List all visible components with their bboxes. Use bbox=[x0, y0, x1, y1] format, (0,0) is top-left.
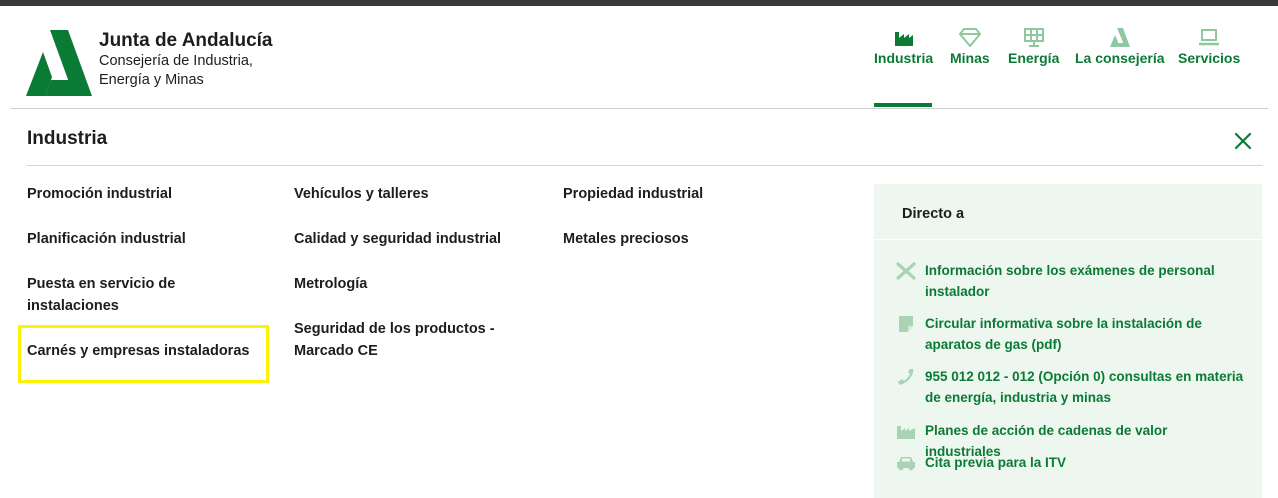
direct-links-header: Directo a bbox=[874, 184, 1262, 240]
menu-link-seguridad-productos[interactable]: Seguridad de los productos - Marcado CE bbox=[294, 318, 495, 362]
header-divider bbox=[10, 108, 1268, 109]
nav-energia[interactable]: Energía bbox=[1008, 26, 1059, 66]
nav-la-consejeria[interactable]: La consejería bbox=[1075, 26, 1165, 66]
menu-link-calidad-seguridad[interactable]: Calidad y seguridad industrial bbox=[294, 228, 501, 250]
direct-link-line: aparatos de gas (pdf) bbox=[925, 337, 1062, 352]
nav-label: Servicios bbox=[1178, 50, 1241, 66]
nav-label: Industria bbox=[874, 50, 934, 66]
section-title: Industria bbox=[27, 128, 108, 149]
site-header: Junta de Andalucía Consejería de Industr… bbox=[0, 6, 1278, 108]
menu-link-line: Puesta en servicio de bbox=[27, 276, 176, 292]
solar-panel-icon bbox=[1023, 28, 1044, 47]
document-icon bbox=[899, 316, 913, 332]
nav-label: La consejería bbox=[1075, 50, 1165, 66]
brand-subtitle-line1: Consejería de Industria, bbox=[99, 53, 253, 69]
direct-link-line: Información sobre los exámenes de person… bbox=[925, 263, 1215, 278]
menu-link-line: Seguridad de los productos - bbox=[294, 321, 495, 337]
menu-link-propiedad-industrial[interactable]: Propiedad industrial bbox=[563, 183, 703, 205]
section-divider bbox=[27, 165, 1263, 166]
direct-link-cita-itv[interactable]: Cita previa para la ITV bbox=[896, 452, 1246, 473]
menu-link-metales-preciosos[interactable]: Metales preciosos bbox=[563, 228, 689, 250]
direct-link-line: Cita previa para la ITV bbox=[925, 455, 1067, 470]
nav-industria[interactable]: Industria bbox=[874, 26, 933, 66]
menu-link-metrologia[interactable]: Metrología bbox=[294, 273, 367, 295]
menu-link-vehiculos-talleres[interactable]: Vehículos y talleres bbox=[294, 183, 429, 205]
phone-icon bbox=[898, 369, 914, 385]
direct-links-panel: Directo a Información sobre los exámenes… bbox=[874, 184, 1262, 498]
brand-text[interactable]: Junta de Andalucía Consejería de Industr… bbox=[99, 30, 273, 90]
car-icon bbox=[897, 457, 915, 471]
junta-andalucia-logo[interactable] bbox=[26, 30, 92, 96]
nav-active-indicator bbox=[874, 103, 932, 107]
direct-links-title: Directo a bbox=[902, 206, 965, 222]
direct-link-examenes[interactable]: Información sobre los exámenes de person… bbox=[896, 260, 1246, 302]
direct-link-line: instalador bbox=[925, 284, 990, 299]
nav-servicios[interactable]: Servicios bbox=[1178, 26, 1240, 66]
menu-link-carnes-empresas-instaladoras[interactable]: Carnés y empresas instaladoras bbox=[27, 340, 249, 362]
laptop-icon bbox=[1199, 29, 1220, 46]
nav-label: Minas bbox=[950, 50, 990, 66]
menu-link-line: instalaciones bbox=[27, 298, 119, 314]
menu-link-planificacion-industrial[interactable]: Planificación industrial bbox=[27, 228, 186, 250]
brand-subtitle-line2: Energía y Minas bbox=[99, 72, 204, 88]
factory-icon bbox=[894, 32, 913, 46]
direct-link-circular-gas[interactable]: Circular informativa sobre la instalació… bbox=[896, 313, 1246, 355]
direct-link-line: de energía, industria y minas bbox=[925, 390, 1112, 405]
close-icon[interactable] bbox=[1232, 130, 1254, 152]
menu-link-line: Marcado CE bbox=[294, 343, 378, 359]
brand-title: Junta de Andalucía bbox=[99, 30, 273, 51]
tools-icon bbox=[896, 262, 916, 280]
direct-link-line: Circular informativa sobre la instalació… bbox=[925, 316, 1202, 331]
factory-icon bbox=[897, 426, 915, 439]
menu-link-puesta-en-servicio[interactable]: Puesta en servicio de instalaciones bbox=[27, 273, 175, 317]
nav-label: Energía bbox=[1008, 50, 1060, 66]
direct-link-line: 955 012 012 - 012 (Opción 0) consultas e… bbox=[925, 369, 1244, 384]
direct-link-telefono[interactable]: 955 012 012 - 012 (Opción 0) consultas e… bbox=[896, 366, 1246, 408]
menu-link-promocion-industrial[interactable]: Promoción industrial bbox=[27, 183, 172, 205]
diamond-icon bbox=[958, 28, 981, 48]
nav-minas[interactable]: Minas bbox=[950, 26, 990, 66]
andalucia-a-icon bbox=[1109, 28, 1130, 47]
